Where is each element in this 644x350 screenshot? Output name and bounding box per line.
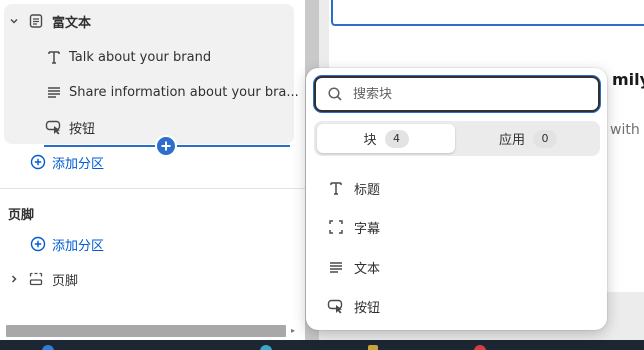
block-option-text[interactable]: 文本	[326, 255, 380, 279]
footer-add-section-link[interactable]: 添加分区	[28, 229, 104, 259]
plus-icon	[161, 141, 171, 151]
tab-label: 块	[363, 133, 377, 148]
plus-circle-icon	[28, 234, 48, 254]
preview-selected-block[interactable]	[331, 0, 644, 26]
add-section-link[interactable]: 添加分区	[28, 147, 104, 177]
block-option-label: 按钮	[354, 300, 381, 316]
taskbar-app-icon[interactable]	[42, 345, 54, 350]
tab-count-badge: 0	[533, 129, 557, 148]
sidebar: 富文本 Talk about your brand Share informat…	[0, 0, 305, 350]
rich-text-icon	[26, 11, 46, 31]
footer-section-item[interactable]: 页脚	[6, 264, 78, 294]
block-item-label: Talk about your brand	[69, 49, 212, 65]
search-icon	[325, 84, 345, 104]
footer-group-heading: 页脚	[8, 198, 34, 228]
text-heading-icon	[44, 47, 64, 67]
preview-body-fragment: with s	[610, 122, 644, 138]
block-option-label: 字幕	[354, 221, 381, 237]
caption-frame-icon	[326, 217, 346, 237]
block-item-label: 按钮	[69, 121, 96, 137]
tab-blocks[interactable]: 块 4	[317, 124, 455, 153]
paragraph-icon	[44, 82, 64, 102]
tab-count-badge: 4	[384, 129, 409, 148]
add-section-label: 添加分区	[52, 238, 105, 254]
section-title: 富文本	[52, 15, 92, 31]
scroll-right-arrow-icon[interactable]: ▸	[291, 326, 295, 335]
horizontal-scrollbar-thumb[interactable]	[6, 325, 286, 337]
button-cursor-icon	[326, 296, 346, 316]
text-heading-icon	[326, 178, 346, 198]
taskbar-app-icon[interactable]	[474, 345, 486, 350]
block-option-caption[interactable]: 字幕	[326, 215, 380, 239]
block-item-text[interactable]: Share information about your bra...	[44, 77, 299, 107]
chevron-down-icon[interactable]	[6, 13, 22, 29]
block-item-button[interactable]: 按钮	[44, 112, 95, 142]
footer-layout-icon	[26, 269, 46, 289]
footer-item-label: 页脚	[52, 273, 79, 289]
tab-label: 应用	[498, 133, 525, 148]
search-input[interactable]	[353, 86, 583, 102]
chevron-right-icon[interactable]	[6, 271, 22, 287]
insert-block-button[interactable]	[155, 135, 177, 157]
block-item-label: Share information about your bra...	[69, 84, 299, 100]
search-box[interactable]	[314, 76, 600, 112]
add-block-popover: 块 4 应用 0 标题 字幕 文本 按钮	[306, 68, 607, 330]
plus-circle-icon	[28, 152, 48, 172]
footer-heading: 页脚	[8, 207, 35, 223]
button-cursor-icon	[44, 117, 64, 137]
taskbar	[0, 340, 644, 350]
divider	[0, 188, 305, 189]
block-item-heading[interactable]: Talk about your brand	[44, 42, 211, 72]
block-option-label: 标题	[354, 182, 381, 198]
paragraph-icon	[326, 257, 346, 277]
add-section-label: 添加分区	[52, 156, 105, 172]
rich-text-section-header[interactable]: 富文本	[6, 6, 91, 36]
taskbar-app-icon[interactable]	[368, 345, 378, 350]
block-option-label: 文本	[354, 261, 381, 277]
block-option-button[interactable]: 按钮	[326, 294, 380, 318]
popover-tabs: 块 4 应用 0	[314, 121, 600, 156]
block-option-heading[interactable]: 标题	[326, 176, 380, 200]
taskbar-app-icon[interactable]	[260, 345, 272, 350]
preview-heading-fragment: mily	[612, 70, 644, 89]
tab-apps[interactable]: 应用 0	[459, 124, 597, 153]
